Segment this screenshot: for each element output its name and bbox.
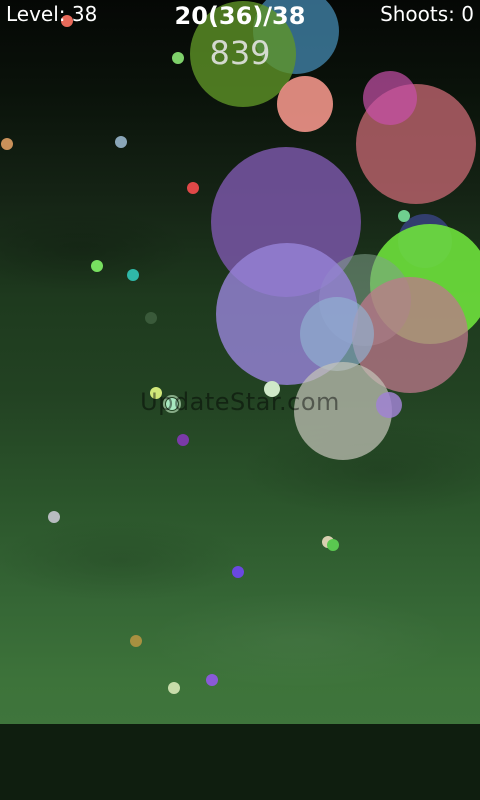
score-display: 839 [209, 34, 271, 72]
bubble-small-lavender [376, 392, 402, 418]
dot-mint [398, 210, 410, 222]
bubble-magenta [363, 71, 417, 125]
bubble-salmon [277, 76, 333, 132]
dot-light-grey [48, 511, 60, 523]
dot-tan [1, 138, 13, 150]
dot-bright-green [91, 260, 103, 272]
dot-dark-grey [145, 312, 157, 324]
bottom-bar [0, 724, 480, 800]
dot-red [187, 182, 199, 194]
dot-pale-yellow [168, 682, 180, 694]
bubble-light-blue [300, 297, 374, 371]
dot-violet [177, 434, 189, 446]
dot-teal [127, 269, 139, 281]
dot-purple [206, 674, 218, 686]
dot-green [327, 539, 339, 551]
watermark-text: UpdateStar.com [140, 388, 340, 416]
dot-ochre [130, 635, 142, 647]
game-field[interactable]: UpdateStar.com [0, 0, 480, 724]
dot-slate [115, 136, 127, 148]
shoots-counter: Shoots: 0 [380, 2, 474, 26]
dot-blue-violet [232, 566, 244, 578]
